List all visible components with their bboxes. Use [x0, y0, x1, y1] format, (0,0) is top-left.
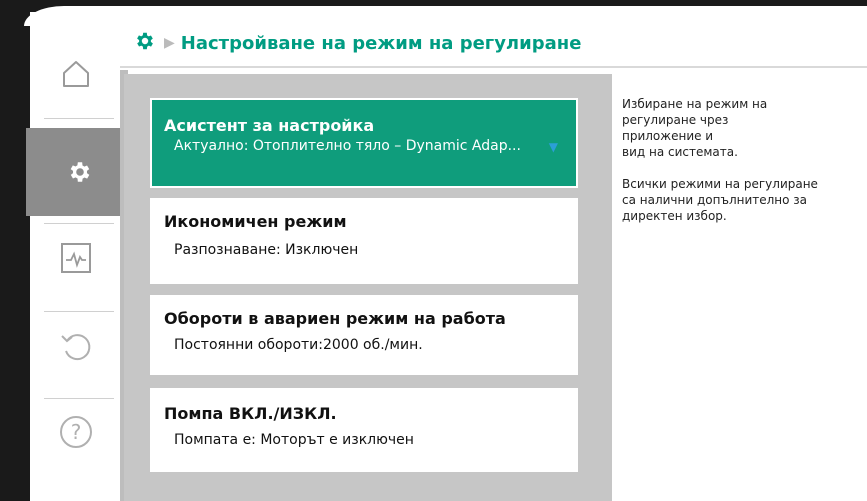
nav-settings[interactable] [26, 128, 134, 216]
breadcrumb-chevron-icon: ▶ [164, 35, 175, 51]
nav-help[interactable]: ? [28, 388, 124, 476]
menu-item-setup-assistant[interactable]: Асистент за настройка Актуално: Отоплите… [150, 98, 578, 188]
menu-item-title: Обороти в авариен режим на работа [164, 309, 506, 328]
help-text-pane: Избиране на режим на регулиране чрез при… [612, 74, 867, 501]
menu-item-eco-mode[interactable]: Икономичен режим Разпознаване: Изключен [150, 198, 578, 284]
help-icon: ? [59, 415, 93, 449]
help-text-paragraph: Всички режими на регулиране са налични д… [622, 177, 818, 223]
side-nav: ? [16, 18, 134, 501]
gear-icon [134, 30, 156, 56]
menu-item-title: Асистент за настройка [164, 116, 375, 135]
header-divider [120, 66, 867, 68]
menu-item-subtitle: Постоянни обороти:2000 об./мин. [174, 337, 423, 353]
nav-separator [44, 118, 114, 119]
gear-icon [67, 159, 93, 185]
nav-diagnostics[interactable] [28, 214, 124, 302]
home-icon [61, 59, 91, 89]
menu-item-subtitle: Разпознаване: Изключен [174, 242, 359, 258]
menu-item-subtitle: Помпата е: Моторът е изключен [174, 432, 414, 448]
device-screen: ? ▶ Настройване на режим на регулиране А… [0, 0, 867, 501]
nav-home[interactable] [28, 30, 124, 118]
menu-item-title: Икономичен режим [164, 212, 347, 231]
menu-item-pump-on-off[interactable]: Помпа ВКЛ./ИЗКЛ. Помпата е: Моторът е из… [150, 388, 578, 472]
menu-item-subtitle: Актуално: Отоплително тяло – Dynamic Ada… [174, 138, 521, 154]
menu-item-emergency-speed[interactable]: Обороти в авариен режим на работа Постоя… [150, 295, 578, 375]
diagnostics-icon [60, 242, 92, 274]
undo-icon [59, 329, 93, 363]
nav-undo[interactable] [28, 302, 124, 390]
chevron-down-icon: ▼ [548, 140, 558, 154]
help-text-paragraph: Избиране на режим на регулиране чрез при… [622, 97, 768, 159]
page-header: ▶ Настройване на режим на регулиране [120, 20, 867, 66]
info-divider [600, 74, 612, 501]
svg-text:?: ? [71, 420, 82, 444]
menu-item-title: Помпа ВКЛ./ИЗКЛ. [164, 404, 337, 423]
page-title: Настройване на режим на регулиране [180, 32, 582, 54]
